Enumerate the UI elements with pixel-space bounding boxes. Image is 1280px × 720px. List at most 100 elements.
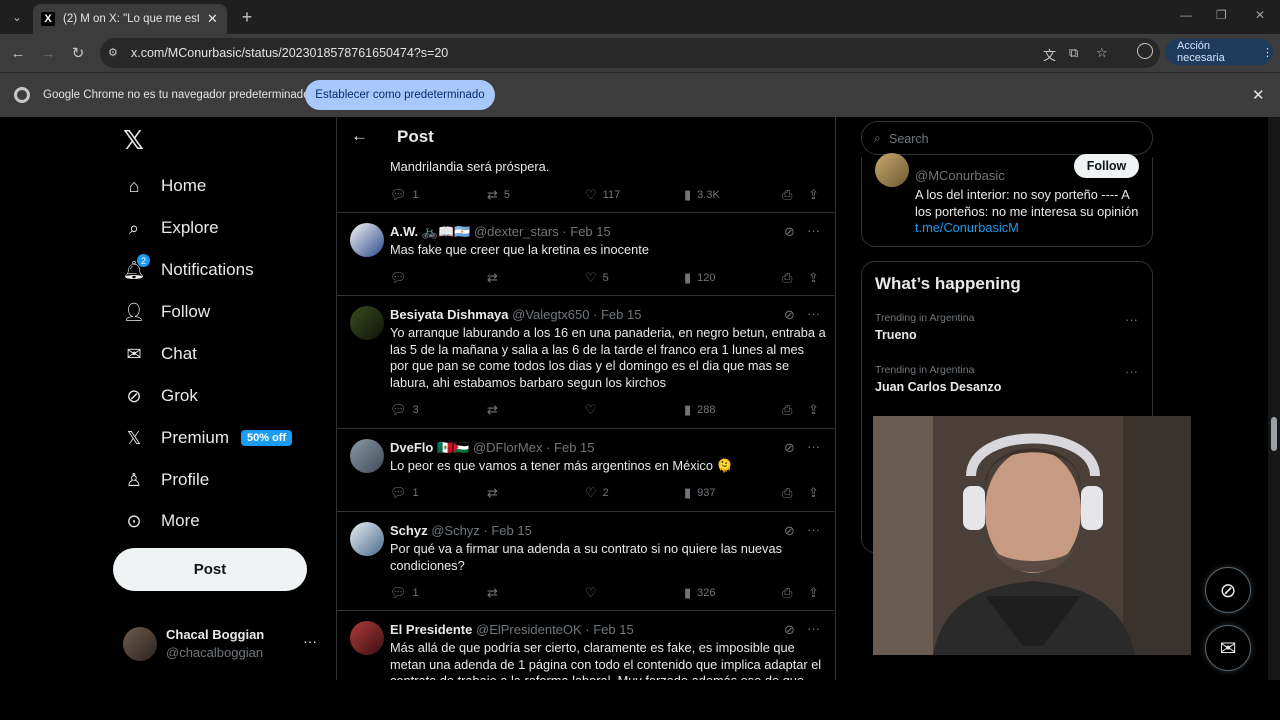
profile-link[interactable]: t.me/ConurbasicM bbox=[915, 220, 1019, 235]
address-bar[interactable]: ⚙ x.com/MConurbasic/status/2023018578761… bbox=[100, 38, 1160, 68]
reply-author[interactable]: Schyz bbox=[390, 523, 428, 538]
reply-post[interactable]: Besiyata Dishmaya @Valegtx650 · Feb 15 ⊘… bbox=[337, 296, 835, 429]
bookmark-star-icon[interactable]: ☆ bbox=[1096, 45, 1108, 61]
grok-icon[interactable]: ⊘ bbox=[784, 224, 795, 240]
reply-post[interactable]: Schyz @Schyz · Feb 15 ⊘ ··· Por qué va a… bbox=[337, 512, 835, 611]
bookmark-button[interactable]: ⎙ bbox=[782, 485, 792, 501]
like-button[interactable]: ♡ bbox=[585, 585, 597, 601]
nav-home[interactable]: ⌂ Home bbox=[123, 168, 207, 204]
action-needed-button[interactable]: Acción necesaria ⋮ bbox=[1165, 39, 1273, 65]
close-infobar-icon[interactable]: ✕ bbox=[1252, 86, 1265, 104]
more-dots-icon[interactable]: ··· bbox=[1125, 312, 1138, 327]
tab-search-dropdown-icon[interactable]: ⌄ bbox=[6, 6, 28, 28]
search-input[interactable]: ⌕ Search bbox=[861, 121, 1153, 155]
profile-handle[interactable]: @MConurbasic bbox=[915, 168, 1005, 183]
site-info-icon[interactable]: ⚙ bbox=[108, 46, 122, 60]
reply-post[interactable]: A.W. 🚲📖🇦🇷 @dexter_stars · Feb 15 ⊘ ··· M… bbox=[337, 213, 835, 296]
nav-notifications[interactable]: 🔔︎ 2 Notifications bbox=[123, 252, 254, 288]
nav-profile[interactable]: ♙ Profile bbox=[123, 462, 209, 498]
reload-icon[interactable]: ↻ bbox=[68, 43, 88, 63]
nav-premium[interactable]: 𝕏 Premium 50% off bbox=[123, 420, 293, 456]
maximize-icon[interactable]: ❐ bbox=[1216, 8, 1227, 22]
reply-author[interactable]: A.W. 🚲📖🇦🇷 bbox=[390, 224, 470, 239]
messages-float-icon[interactable]: ✉ bbox=[1205, 625, 1251, 671]
views-button[interactable]: ▮ 120 bbox=[684, 270, 716, 286]
grok-icon[interactable]: ⊘ bbox=[784, 307, 795, 323]
grok-float-icon[interactable]: ⊘ bbox=[1205, 567, 1251, 613]
share-button[interactable]: ⇪ bbox=[808, 187, 819, 203]
avatar[interactable] bbox=[350, 522, 384, 556]
more-dots-icon[interactable]: ··· bbox=[807, 439, 820, 454]
browser-tab[interactable]: X (2) M on X: "Lo que me estoy di ✕ bbox=[33, 4, 227, 34]
like-button[interactable]: ♡ 2 bbox=[585, 485, 609, 501]
bookmark-button[interactable]: ⎙ bbox=[782, 187, 792, 203]
repost-button[interactable]: ⇄ bbox=[487, 485, 498, 501]
new-tab-icon[interactable]: + bbox=[236, 6, 258, 28]
repost-button[interactable]: ⇄ bbox=[487, 402, 498, 418]
account-switcher[interactable]: Chacal Boggian @chacalboggian ··· bbox=[123, 625, 323, 665]
follow-button[interactable]: Follow bbox=[1074, 154, 1139, 178]
avatar[interactable] bbox=[875, 153, 909, 187]
reply-button[interactable]: 💬︎ bbox=[390, 270, 413, 286]
more-dots-icon[interactable]: ··· bbox=[303, 633, 317, 649]
grok-icon[interactable]: ⊘ bbox=[784, 523, 795, 539]
share-button[interactable]: ⇪ bbox=[808, 402, 819, 418]
like-button[interactable]: ♡ 117 bbox=[585, 187, 620, 203]
avatar[interactable] bbox=[350, 306, 384, 340]
reply-button[interactable]: 💬︎ 1 bbox=[390, 485, 419, 501]
reply-author[interactable]: El Presidente bbox=[390, 622, 472, 637]
nav-chat[interactable]: ✉ Chat bbox=[123, 336, 196, 372]
more-dots-icon[interactable]: ··· bbox=[807, 621, 820, 636]
scrollbar-thumb[interactable] bbox=[1271, 417, 1277, 451]
bookmark-button[interactable]: ⎙ bbox=[782, 402, 792, 418]
back-icon[interactable]: ← bbox=[8, 43, 28, 63]
views-button[interactable]: ▮ 326 bbox=[684, 585, 716, 601]
page-scrollbar[interactable] bbox=[1268, 117, 1280, 680]
reply-post[interactable]: DveFlo 🇲🇽🇵🇸 @DFlorMex · Feb 15 ⊘ ··· Lo … bbox=[337, 429, 835, 512]
bookmark-button[interactable]: ⎙ bbox=[782, 585, 792, 601]
share-button[interactable]: ⇪ bbox=[808, 585, 819, 601]
profile-icon[interactable] bbox=[1137, 43, 1153, 59]
repost-button[interactable]: ⇄ 5 bbox=[487, 187, 510, 203]
reply-button[interactable]: 💬︎ 1 bbox=[390, 585, 419, 601]
like-button[interactable]: ♡ bbox=[585, 402, 597, 418]
views-button[interactable]: ▮ 3.3K bbox=[684, 187, 720, 203]
close-tab-icon[interactable]: ✕ bbox=[207, 11, 218, 27]
share-button[interactable]: ⇪ bbox=[808, 485, 819, 501]
install-app-icon[interactable]: ⧉ bbox=[1069, 45, 1078, 61]
grok-icon[interactable]: ⊘ bbox=[784, 440, 795, 456]
views-button[interactable]: ▮ 288 bbox=[684, 402, 716, 418]
more-dots-icon[interactable]: ··· bbox=[1125, 364, 1138, 379]
nav-grok[interactable]: ⊘ Grok bbox=[123, 378, 197, 414]
avatar[interactable] bbox=[350, 621, 384, 655]
reply-post[interactable]: El Presidente @ElPresidenteOK · Feb 15 ⊘… bbox=[337, 611, 835, 680]
avatar[interactable] bbox=[350, 439, 384, 473]
more-dots-icon[interactable]: ··· bbox=[807, 223, 820, 238]
repost-button[interactable]: ⇄ bbox=[487, 270, 498, 286]
nav-follow[interactable]: 👤︎ Follow bbox=[123, 294, 211, 330]
repost-button[interactable]: ⇄ bbox=[487, 585, 498, 601]
like-button[interactable]: ♡ 5 bbox=[585, 270, 609, 286]
more-dots-icon[interactable]: ··· bbox=[807, 522, 820, 537]
grok-icon[interactable]: ⊘ bbox=[784, 622, 795, 638]
more-dots-icon[interactable]: ··· bbox=[807, 306, 820, 321]
set-default-button[interactable]: Establecer como predeterminado bbox=[305, 80, 495, 110]
bookmark-button[interactable]: ⎙ bbox=[782, 270, 792, 286]
reply-button[interactable]: 💬︎ 1 bbox=[390, 187, 419, 203]
views-button[interactable]: ▮ 937 bbox=[684, 485, 716, 501]
reply-author[interactable]: DveFlo 🇲🇽🇵🇸 bbox=[390, 440, 469, 455]
share-button[interactable]: ⇪ bbox=[808, 270, 819, 286]
back-arrow-icon[interactable]: ← bbox=[351, 126, 368, 146]
reply-button[interactable]: 💬︎ 3 bbox=[390, 402, 419, 418]
forward-icon[interactable]: → bbox=[38, 43, 58, 63]
close-window-icon[interactable]: ✕ bbox=[1255, 8, 1265, 22]
x-logo-icon[interactable]: 𝕏 bbox=[123, 125, 144, 156]
reply-author[interactable]: Besiyata Dishmaya bbox=[390, 307, 509, 322]
minimize-icon[interactable]: — bbox=[1180, 8, 1192, 22]
nav-explore[interactable]: ⌕ Explore bbox=[123, 210, 219, 246]
avatar[interactable] bbox=[350, 223, 384, 257]
trend-item[interactable]: Trending in Argentina Juan Carlos Desanz… bbox=[875, 364, 1141, 394]
translate-icon[interactable]: 文 bbox=[1043, 45, 1056, 64]
nav-more[interactable]: ⊙ More bbox=[123, 503, 199, 539]
post-button[interactable]: Post bbox=[113, 548, 307, 591]
